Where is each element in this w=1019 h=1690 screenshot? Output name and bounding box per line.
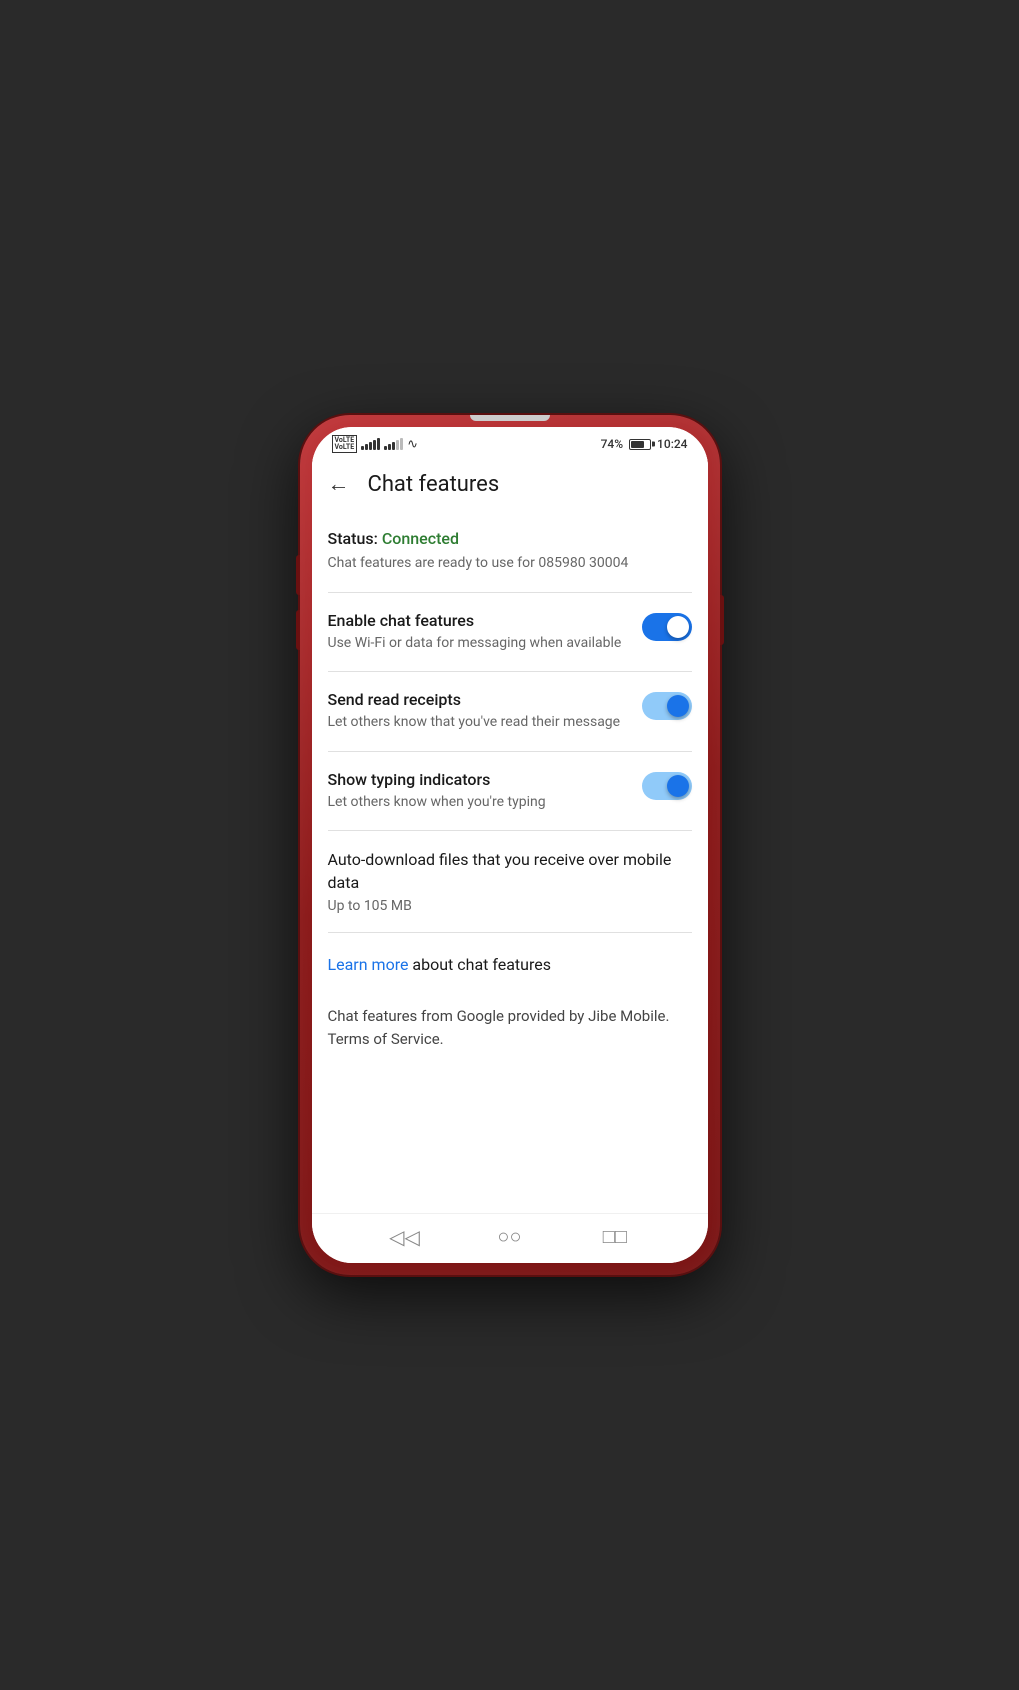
enable-chat-toggle-container	[642, 613, 692, 641]
phone-frame: VoLTE VoLTE ∿	[300, 415, 720, 1275]
read-receipts-toggle-container	[642, 692, 692, 720]
status-label: Status: Connected	[328, 529, 692, 548]
terms-section: Chat features from Google provided by Ji…	[312, 997, 708, 1070]
status-text-label: Status:	[328, 529, 378, 548]
read-receipts-title: Send read receipts	[328, 690, 630, 709]
status-description: Chat features are ready to use for 08598…	[328, 554, 692, 574]
learn-more-text: Learn more about chat features	[328, 953, 692, 977]
signal-bar2-2	[388, 444, 391, 450]
status-bar: VoLTE VoLTE ∿	[312, 427, 708, 457]
battery-percent: 74%	[601, 437, 623, 451]
back-button[interactable]: ←	[328, 471, 350, 497]
phone-screen: VoLTE VoLTE ∿	[312, 427, 708, 1263]
typing-indicators-text: Show typing indicators Let others know w…	[328, 770, 630, 813]
signal-bar2-4	[396, 440, 399, 450]
back-nav-button[interactable]: ◁	[389, 1225, 419, 1249]
read-receipts-text: Send read receipts Let others know that …	[328, 690, 630, 733]
battery-fill	[631, 441, 644, 448]
signal-strength-1	[361, 438, 380, 450]
read-receipts-subtitle: Let others know that you've read their m…	[328, 713, 630, 733]
signal-bar2-3	[392, 442, 395, 450]
status-bar-right: 74% 10:24	[601, 437, 688, 451]
power-button[interactable]	[720, 595, 724, 645]
typing-indicators-setting[interactable]: Show typing indicators Let others know w…	[312, 752, 708, 831]
signal-bar-1	[361, 446, 364, 450]
volte-indicator: VoLTE VoLTE	[332, 435, 358, 453]
typing-indicators-toggle-container	[642, 772, 692, 800]
signal-bar-5	[377, 438, 380, 450]
enable-chat-toggle[interactable]	[642, 613, 692, 641]
signal-bar-2	[365, 444, 368, 450]
app-header: ← Chat features	[312, 457, 708, 511]
typing-indicators-subtitle: Let others know when you're typing	[328, 793, 630, 813]
typing-indicators-toggle[interactable]	[642, 772, 692, 800]
recent-nav-button[interactable]: □	[600, 1224, 630, 1249]
app-content: ← Chat features Status: Connected Chat f…	[312, 457, 708, 1213]
read-receipts-setting[interactable]: Send read receipts Let others know that …	[312, 672, 708, 751]
signal-bar2-5	[400, 438, 403, 450]
learn-more-section: Learn more about chat features	[312, 933, 708, 997]
signal-bar-3	[369, 442, 372, 450]
signal-bar2-1	[384, 446, 387, 450]
nav-bar: ◁ ○ □	[312, 1213, 708, 1263]
terms-text: Chat features from Google provided by Ji…	[328, 1005, 692, 1050]
enable-chat-text: Enable chat features Use Wi-Fi or data f…	[328, 611, 630, 654]
typing-indicators-title: Show typing indicators	[328, 770, 630, 789]
wifi-icon: ∿	[407, 437, 418, 452]
status-bar-left: VoLTE VoLTE ∿	[332, 435, 419, 453]
learn-more-link[interactable]: Learn more	[328, 955, 409, 974]
signal-bar-4	[373, 440, 376, 450]
enable-chat-subtitle: Use Wi-Fi or data for messaging when ava…	[328, 634, 630, 654]
autodownload-title: Auto-download files that you receive ove…	[328, 849, 692, 894]
signal-strength-2	[384, 438, 403, 450]
phone-notch	[470, 415, 550, 421]
autodownload-setting[interactable]: Auto-download files that you receive ove…	[312, 831, 708, 932]
home-nav-button[interactable]: ○	[494, 1224, 524, 1249]
volume-up-button[interactable]	[296, 555, 300, 595]
volume-down-button[interactable]	[296, 610, 300, 650]
status-section: Status: Connected Chat features are read…	[312, 511, 708, 592]
learn-more-rest: about chat features	[408, 955, 551, 974]
read-receipts-toggle[interactable]	[642, 692, 692, 720]
page-title: Chat features	[368, 472, 500, 497]
battery-icon-container	[629, 439, 651, 450]
status-connected-value: Connected	[382, 529, 459, 548]
clock: 10:24	[657, 437, 687, 451]
enable-chat-title: Enable chat features	[328, 611, 630, 630]
battery-icon	[629, 439, 651, 450]
enable-chat-setting[interactable]: Enable chat features Use Wi-Fi or data f…	[312, 593, 708, 672]
autodownload-subtitle: Up to 105 MB	[328, 898, 692, 914]
